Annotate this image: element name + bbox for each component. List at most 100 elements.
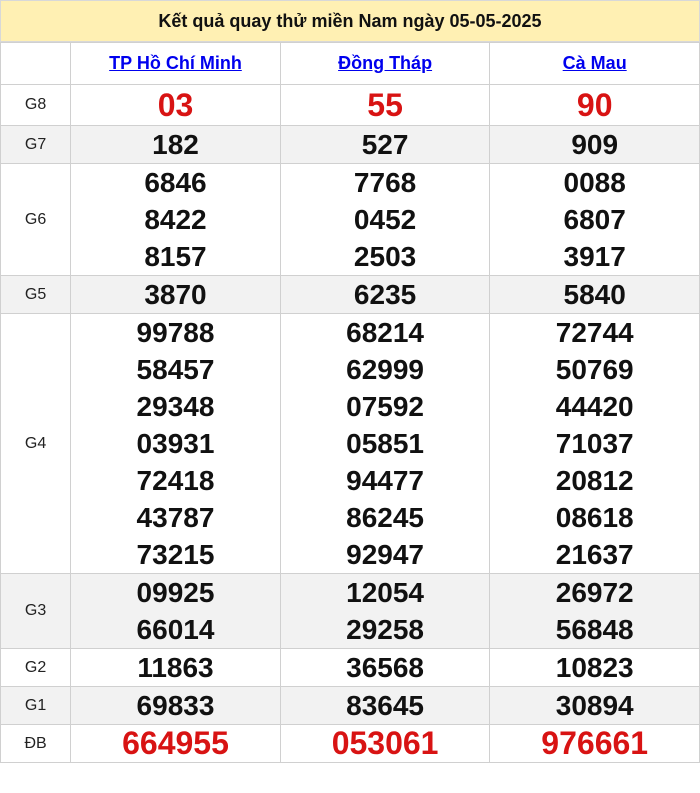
prize-number: 7768 (353, 167, 417, 198)
prize-number: 11863 (137, 652, 214, 683)
prize-cell: 26972 56848 (489, 573, 700, 649)
prize-number: 10823 (555, 652, 634, 683)
prize-label: G2 (0, 648, 72, 687)
prize-number: 30894 (555, 690, 634, 721)
prize-number: 73215 (136, 539, 215, 570)
prize-number: 21637 (555, 539, 634, 570)
prize-number: 56848 (555, 614, 634, 645)
prize-number: 3870 (144, 279, 207, 310)
prize-number: 44420 (555, 391, 634, 422)
prize-number: 182 (152, 129, 199, 160)
prize-number: 976661 (541, 725, 649, 761)
page-title: Kết quả quay thử miền Nam ngày 05-05-202… (0, 0, 700, 42)
prize-cell: 5840 (489, 275, 700, 314)
prize-number: 8422 (144, 204, 207, 235)
prize-number: 03931 (136, 428, 215, 459)
prize-cell: 10823 (489, 648, 700, 687)
prize-number: 62999 (346, 354, 425, 385)
prize-number: 0452 (353, 204, 417, 235)
prize-label: G8 (0, 84, 72, 126)
prize-number: 20812 (555, 465, 634, 496)
prize-number: 43787 (136, 502, 215, 533)
prize-label: G1 (0, 686, 72, 725)
province-header: Đồng Tháp (279, 42, 491, 85)
prize-cell: 527 (279, 125, 491, 164)
prize-cell: 6235 (279, 275, 491, 314)
prize-number: 58457 (136, 354, 215, 385)
prize-cell: 7768 0452 2503 (279, 163, 491, 276)
prize-number: 72418 (136, 465, 215, 496)
results-panel: Kết quả quay thử miền Nam ngày 05-05-202… (0, 0, 700, 793)
province-link[interactable]: Đồng Tháp (338, 53, 432, 73)
prize-number: 07592 (346, 391, 425, 422)
prize-number: 6846 (144, 167, 207, 198)
prize-label: G6 (0, 163, 72, 276)
prize-cell: 03 (70, 84, 281, 126)
prize-number: 6235 (353, 279, 417, 310)
prize-label: ĐB (0, 724, 72, 763)
prize-cell: 3870 (70, 275, 281, 314)
prize-cell: 72744 50769 44420 71037 20812 08618 21637 (489, 313, 700, 574)
prize-number: 09925 (136, 577, 215, 608)
prize-cell: 0088 6807 3917 (489, 163, 700, 276)
prize-row-g5: G5 3870 6235 5840 (0, 275, 700, 314)
prize-number: 86245 (346, 502, 425, 533)
prize-cell: 69833 (70, 686, 281, 725)
prize-number: 94477 (346, 465, 425, 496)
prize-number: 5840 (563, 279, 626, 310)
prize-cell: 36568 (279, 648, 491, 687)
prize-number: 6807 (563, 204, 626, 235)
province-link[interactable]: Cà Mau (563, 53, 627, 73)
prize-cell: 664955 (70, 724, 281, 763)
prize-number: 36568 (346, 652, 425, 683)
prize-row-g4: G4 99788 58457 29348 03931 72418 43787 73215 682… (0, 313, 700, 574)
prize-number: 12054 (346, 577, 425, 608)
prize-number: 92947 (346, 539, 425, 570)
prize-cell: 83645 (279, 686, 491, 725)
prize-row-special: ĐB 664955 053061 976661 (0, 724, 700, 763)
prize-number: 83645 (346, 690, 425, 721)
prize-number: 08618 (555, 502, 634, 533)
corner-cell (0, 42, 72, 85)
prize-number: 72744 (555, 317, 634, 348)
prize-cell: 909 (489, 125, 700, 164)
prize-number: 053061 (331, 725, 439, 761)
prize-number: 0088 (563, 167, 626, 198)
prize-cell: 99788 58457 29348 03931 72418 43787 73215 (70, 313, 281, 574)
prize-number: 99788 (136, 317, 215, 348)
province-header: Cà Mau (489, 42, 700, 85)
prize-number: 90 (576, 86, 613, 123)
prize-label: G4 (0, 313, 72, 574)
prize-label: G7 (0, 125, 72, 164)
prize-number: 68214 (346, 317, 425, 348)
prize-cell: 68214 62999 07592 05851 94477 86245 92947 (279, 313, 491, 574)
prize-row-g3: G3 09925 66014 12054 29258 26972 56848 (0, 573, 700, 649)
prize-number: 71037 (555, 428, 634, 459)
prize-cell: 053061 (279, 724, 491, 763)
prize-cell: 6846 8422 8157 (70, 163, 281, 276)
prize-label: G3 (0, 573, 72, 649)
prize-number: 50769 (555, 354, 634, 385)
prize-row-g8: G8 03 55 90 (0, 84, 700, 126)
prize-number: 29258 (346, 614, 425, 645)
prize-cell: 09925 66014 (70, 573, 281, 649)
prize-number: 527 (361, 129, 409, 160)
province-header: TP Hồ Chí Minh (70, 42, 281, 85)
prize-number: 03 (157, 86, 194, 123)
prize-cell: 12054 29258 (279, 573, 491, 649)
prize-row-g1: G1 69833 83645 30894 (0, 686, 700, 725)
province-link[interactable]: TP Hồ Chí Minh (109, 53, 242, 73)
prize-number: 05851 (346, 428, 425, 459)
prize-cell: 182 (70, 125, 281, 164)
prize-row-g2: G2 11863 36568 10823 (0, 648, 700, 687)
prize-number: 8157 (144, 241, 207, 272)
prize-number: 3917 (563, 241, 626, 272)
prize-cell: 55 (279, 84, 491, 126)
prize-cell: 90 (489, 84, 700, 126)
prize-number: 909 (571, 129, 619, 160)
prize-cell: 11863 (70, 648, 281, 687)
prize-number: 664955 (122, 725, 229, 761)
prize-label: G5 (0, 275, 72, 314)
prize-cell: 30894 (489, 686, 700, 725)
prize-cell: 976661 (489, 724, 700, 763)
